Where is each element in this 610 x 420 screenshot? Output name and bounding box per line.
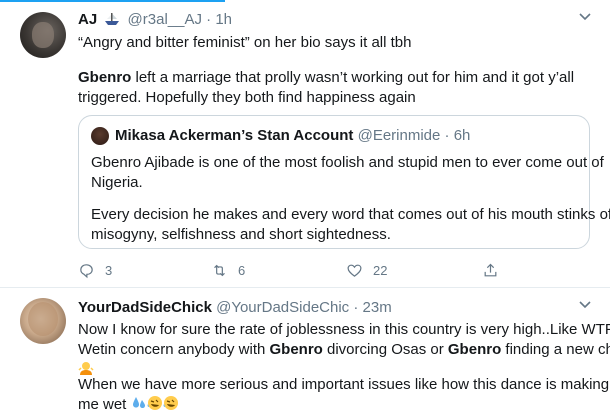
tweet-text-line: Wetin concern anybody with Gbenro divorc… xyxy=(78,340,610,360)
separator: · xyxy=(353,299,359,316)
handle[interactable]: @YourDadSideChic xyxy=(216,299,349,316)
retweet-count: 6 xyxy=(238,263,246,278)
quoted-tweet[interactable]: Mikasa Ackerman’s Stan Account @Eerinmid… xyxy=(78,115,610,249)
display-name[interactable]: YourDadSideChick xyxy=(78,299,212,316)
chevron-down-icon[interactable] xyxy=(578,298,592,315)
quoted-tweet-header: Mikasa Ackerman’s Stan Account @Eerinmid… xyxy=(115,126,470,146)
chevron-down-icon[interactable] xyxy=(578,10,592,27)
timeline-indicator xyxy=(0,0,225,2)
like-count: 22 xyxy=(373,263,388,278)
tweet-text-span: me wet xyxy=(78,396,127,413)
tweet-text-line: “Angry and bitter feminist” on her bio s… xyxy=(78,34,412,51)
quoted-text-line: misogyny, selfishness and short sightedn… xyxy=(91,226,391,243)
tweet-header: YourDadSideChick @YourDadSideChic · 23m xyxy=(78,298,392,318)
reply-count: 3 xyxy=(105,263,113,278)
tweet-text-span: divorcing Osas or xyxy=(322,341,448,358)
tweet-text-span: left a marriage that prolly wasn’t worki… xyxy=(131,69,575,86)
woman-shrugging-emoji xyxy=(78,360,94,376)
separator: · xyxy=(206,11,212,28)
tweet-text-span: Wetin concern anybody with xyxy=(78,341,270,358)
highlight-keyword: Gbenro xyxy=(447,341,502,358)
tweet-text-line: Gbenro left a marriage that prolly wasn’… xyxy=(78,68,574,88)
quoted-text-line: Nigeria. xyxy=(91,174,143,191)
avatar[interactable] xyxy=(20,298,66,344)
tweet-header: AJ @r3al__AJ · 1h xyxy=(78,10,232,30)
like-button[interactable]: 22 xyxy=(346,262,387,279)
tweet-text-line: triggered. Hopefully they both find happ… xyxy=(78,89,416,106)
highlight-keyword: Gbenro xyxy=(269,341,323,358)
timestamp[interactable]: 1h xyxy=(215,11,232,28)
rofl-emoji xyxy=(147,395,163,411)
tweet-text-line: When we have more serious and important … xyxy=(78,376,610,393)
tweet-text-line: Now I know for sure the rate of joblessn… xyxy=(78,321,610,338)
retweet-button[interactable]: 6 xyxy=(211,262,245,279)
reply-icon xyxy=(80,264,93,279)
share-button[interactable] xyxy=(482,262,509,279)
separator: · xyxy=(444,127,450,144)
ship-emoji xyxy=(104,12,120,26)
timestamp[interactable]: 6h xyxy=(454,127,471,144)
display-name[interactable]: AJ xyxy=(78,11,97,28)
tweet-text-span: finding a new chic xyxy=(505,341,610,358)
quoted-text-line: Every decision he makes and every word t… xyxy=(91,206,610,223)
display-name[interactable]: Mikasa Ackerman’s Stan Account xyxy=(115,127,353,144)
tweet-actions: 3 6 22 xyxy=(78,262,498,282)
tweet-yourdadsidechick[interactable]: YourDadSideChick @YourDadSideChic · 23m … xyxy=(0,288,610,420)
share-icon xyxy=(484,263,497,277)
retweet-icon xyxy=(214,264,225,277)
tweet-text-line: me wet xyxy=(78,395,179,415)
quoted-text-line: Gbenro Ajibade is one of the most foolis… xyxy=(91,154,604,171)
timestamp[interactable]: 23m xyxy=(363,299,392,316)
avatar[interactable] xyxy=(20,12,66,58)
highlight-keyword: Gbenro xyxy=(78,69,132,86)
reply-button[interactable]: 3 xyxy=(78,262,112,279)
tweet-aj[interactable]: AJ @r3al__AJ · 1h “Angry and bitter femi… xyxy=(0,0,610,288)
like-icon xyxy=(347,264,362,277)
handle[interactable]: @r3al__AJ xyxy=(128,11,202,28)
handle[interactable]: @Eerinmide xyxy=(358,127,441,144)
rofl-emoji xyxy=(163,395,179,411)
avatar[interactable] xyxy=(91,127,109,145)
sweat-droplets-emoji xyxy=(131,395,147,411)
